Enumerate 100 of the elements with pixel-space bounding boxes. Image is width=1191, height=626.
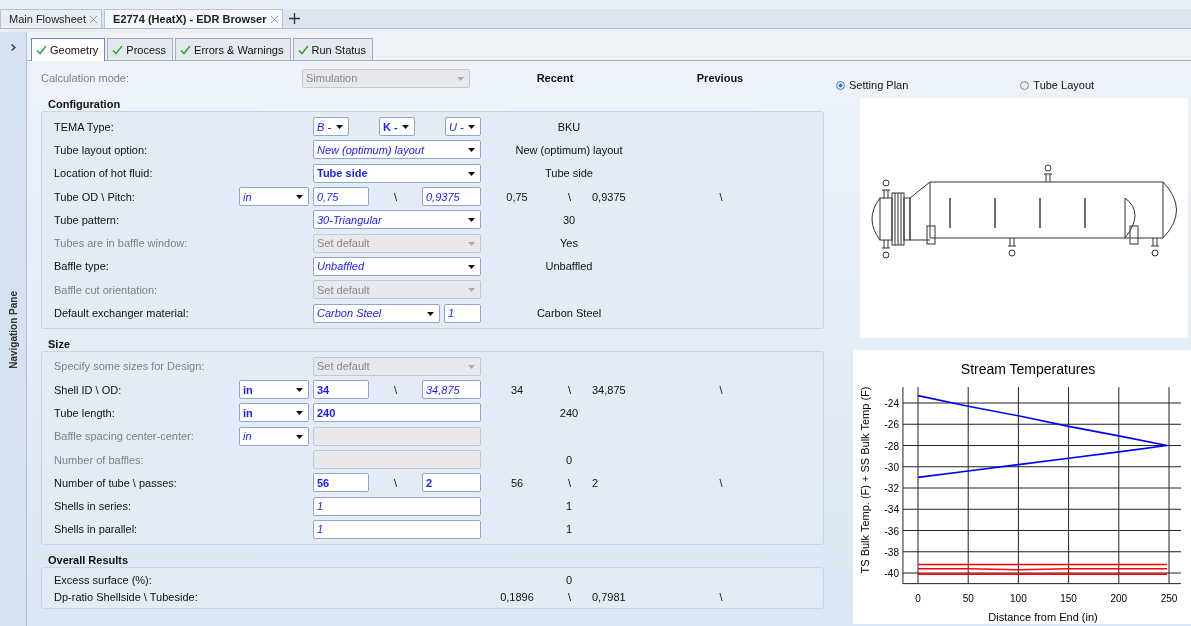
close-icon[interactable] <box>270 15 278 23</box>
tick-label: 100 <box>1010 592 1027 604</box>
field-label: Tube pattern: <box>54 213 121 226</box>
previous-value: \ <box>719 590 723 603</box>
input-field[interactable]: 34,875 <box>422 380 481 400</box>
input-field[interactable]: 1 <box>313 496 481 516</box>
dropdown[interactable]: Carbon Steel <box>313 303 440 323</box>
field-label: Tubes are in baffle window: <box>54 237 189 250</box>
radio-option[interactable]: Tube Layout <box>1020 77 1095 93</box>
tick-label: -28 <box>884 440 899 452</box>
chart-title: Stream Temperatures <box>960 361 1096 377</box>
tab[interactable]: Errors & Warnings <box>175 38 291 60</box>
caret-icon <box>468 148 475 153</box>
tick-label: 250 <box>1160 592 1178 604</box>
column-header: Previous <box>695 72 745 84</box>
input-field[interactable]: 34 <box>313 380 369 400</box>
caret-icon <box>468 125 475 130</box>
field-label: Tube OD \ Pitch: <box>54 190 136 203</box>
separator-text: \ <box>392 190 399 203</box>
recent-value: \ <box>566 383 573 396</box>
dropdown[interactable]: New (optimum) layout <box>313 140 481 160</box>
recent-value: 56 <box>509 476 525 489</box>
dropdown[interactable]: B - <box>313 117 349 137</box>
recent-value: 0 <box>564 573 574 586</box>
expand-icon[interactable] <box>10 44 16 51</box>
field-label: Dp-ratio Shellside \ Tubeside: <box>54 590 199 603</box>
tab[interactable]: Process <box>107 38 174 60</box>
input-field[interactable]: 56 <box>313 473 369 493</box>
recent-value: 0 <box>564 453 574 466</box>
field-label: Baffle type: <box>54 260 110 273</box>
field-label: Baffle cut orientation: <box>54 283 159 296</box>
recent-value: Unbaffled <box>544 260 594 273</box>
field-label: Tube layout option: <box>54 143 149 156</box>
tick-label: 200 <box>1110 592 1128 604</box>
field-label: Number of tube \ passes: <box>54 476 178 489</box>
recent-value: 30 <box>561 213 577 226</box>
dropdown[interactable]: Unbaffled <box>313 256 481 276</box>
input-field[interactable]: 1 <box>313 519 481 539</box>
tick-label: 150 <box>1060 592 1077 604</box>
tick-label: -34 <box>884 504 899 516</box>
caret-icon <box>457 76 464 81</box>
dropdown[interactable]: 30-Triangular <box>313 210 481 230</box>
field-label: Excess surface (%): <box>54 573 153 586</box>
unit-dropdown[interactable]: in <box>239 403 309 423</box>
tick-label: -36 <box>884 525 899 537</box>
field-label: Shell ID \ OD: <box>54 383 123 396</box>
dropdown[interactable]: Tube side <box>313 163 481 183</box>
field-label: Specify some sizes for Design: <box>54 360 206 373</box>
dropdown[interactable]: K - <box>379 117 415 137</box>
field-label: Tube length: <box>54 406 116 419</box>
previous-value: \ <box>719 190 723 203</box>
section-title: Overall Results <box>48 553 130 568</box>
recent-value: 1 <box>564 500 574 513</box>
caret-icon <box>296 195 303 200</box>
recent-value: 0,75 <box>505 190 529 203</box>
recent-value: \ <box>566 590 573 603</box>
caret-icon <box>468 264 475 269</box>
recent-value: \ <box>566 190 573 203</box>
recent-value: 0,9375 <box>592 190 627 203</box>
radio-label: Setting Plan <box>849 79 909 91</box>
input-field[interactable]: 0,9375 <box>422 187 481 207</box>
tab[interactable]: Geometry <box>31 38 106 61</box>
close-icon[interactable] <box>90 15 98 23</box>
unit-dropdown[interactable]: in <box>239 380 309 400</box>
radio-option[interactable]: Setting Plan <box>836 77 909 93</box>
recent-value: Tube side <box>544 167 594 180</box>
tick-label: -40 <box>884 568 899 579</box>
caret-icon <box>468 241 475 246</box>
field-label: Calculation mode: <box>41 72 131 84</box>
tick-label: -24 <box>884 398 899 409</box>
input-field[interactable]: 2 <box>422 473 481 493</box>
caret-icon <box>336 125 343 130</box>
column-header: Recent <box>535 72 575 84</box>
field-label: Shells in series: <box>54 500 133 513</box>
dropdown[interactable]: U - <box>445 117 481 137</box>
separator-text: \ <box>392 383 399 396</box>
caret-icon <box>402 125 409 130</box>
navigation-pane[interactable]: Navigation Pane <box>0 32 27 626</box>
section-title: Configuration <box>48 97 122 111</box>
caret-icon <box>296 434 303 439</box>
tick-label: -38 <box>884 546 899 558</box>
tab[interactable]: Run Status <box>292 38 373 60</box>
section-title: Size <box>48 336 71 351</box>
input-field[interactable]: 240 <box>313 403 481 423</box>
recent-value: New (optimum) layout <box>514 143 624 156</box>
field-label: Default exchanger material: <box>54 307 190 319</box>
recent-value: Yes <box>559 237 579 250</box>
recent-value: 1 <box>564 523 574 536</box>
radio-button[interactable] <box>1020 80 1030 90</box>
document-tab[interactable]: Main Flowsheet <box>0 9 103 28</box>
document-tab[interactable]: E2774 (HeatX) - EDR Browser <box>104 9 283 28</box>
recent-value: 34,875 <box>592 383 627 396</box>
recent-value: 240 <box>558 406 580 419</box>
field-label: TEMA Type: <box>54 120 115 133</box>
input-field[interactable]: 0,75 <box>313 187 369 207</box>
caret-icon <box>468 288 475 293</box>
add-tab-icon[interactable] <box>288 13 300 24</box>
unit-dropdown[interactable]: in <box>239 187 309 207</box>
input-field[interactable]: 1 <box>444 303 481 323</box>
radio-button[interactable] <box>836 80 845 90</box>
